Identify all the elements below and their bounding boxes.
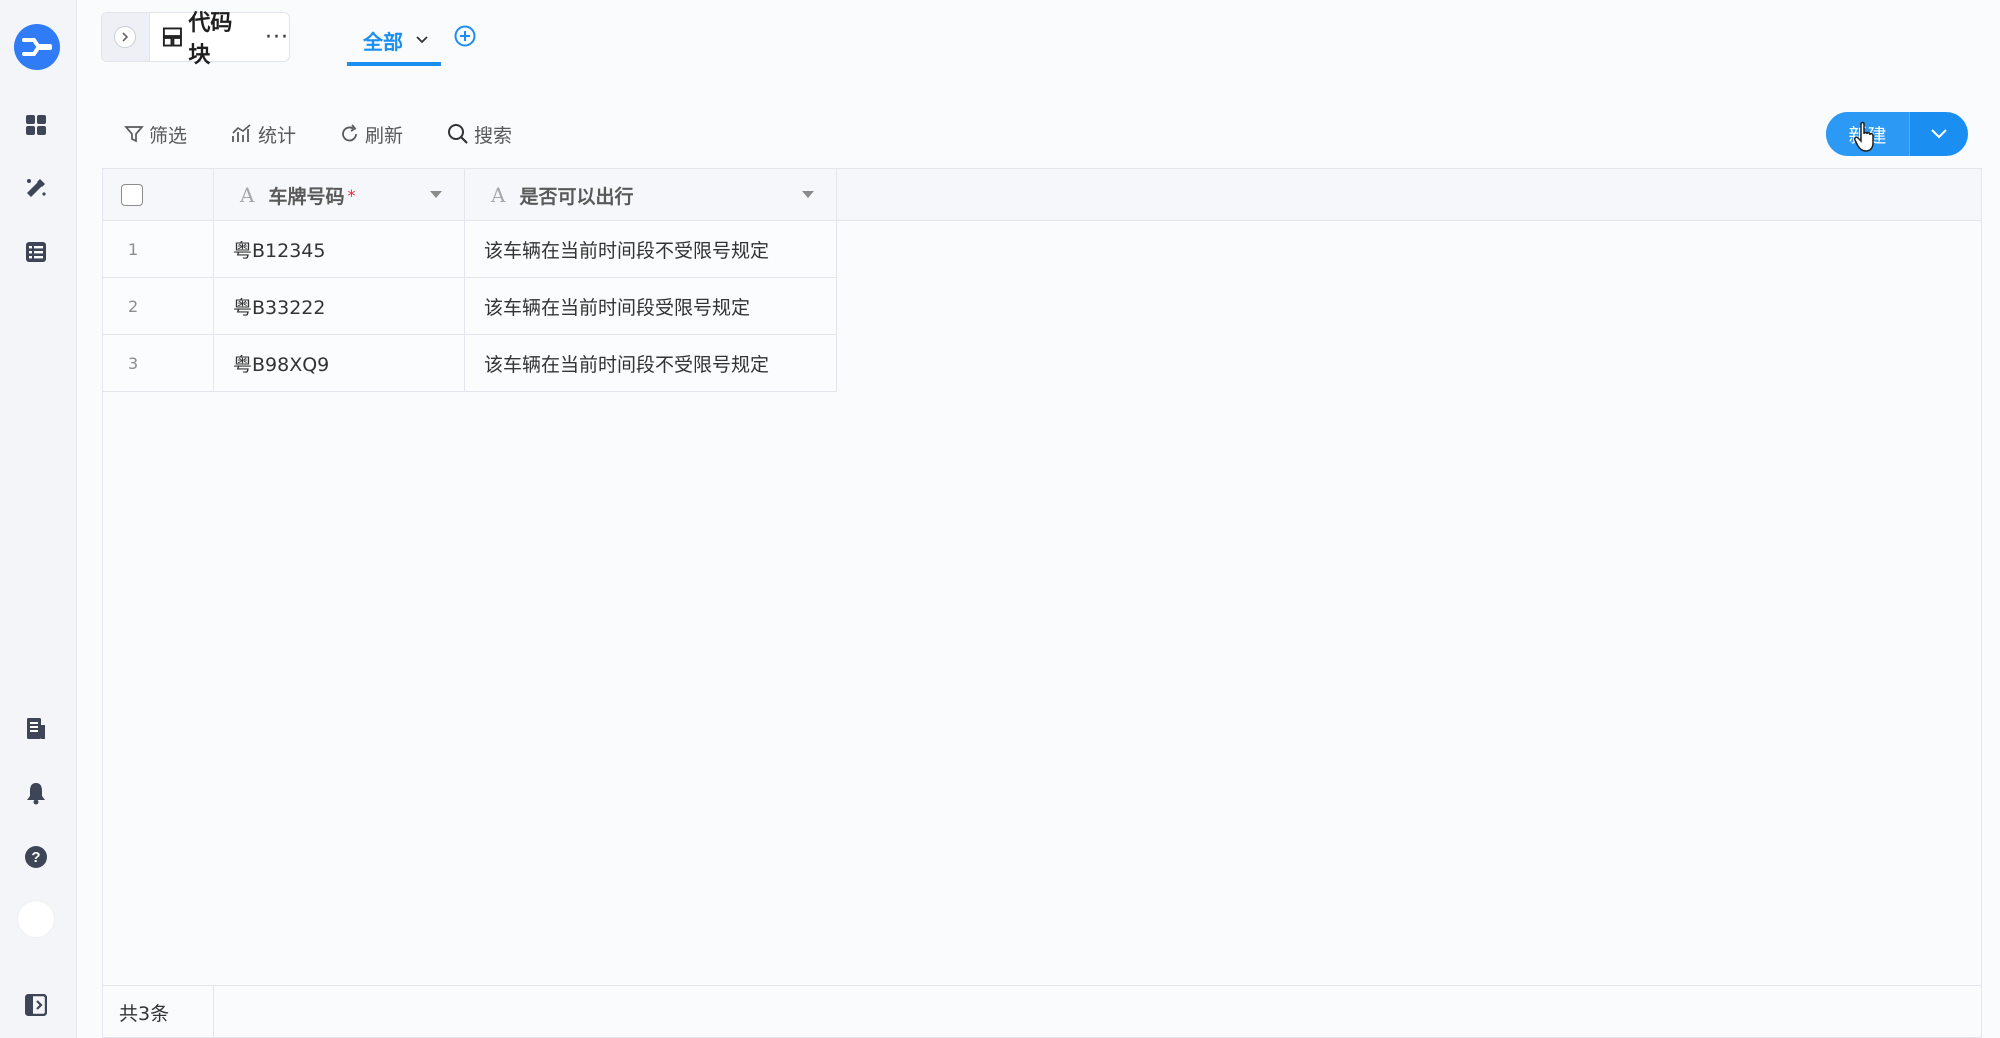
new-record-button[interactable]: 新建 [1826, 112, 1909, 156]
column-header-can-travel[interactable]: A 是否可以出行 [465, 169, 837, 221]
plate-cell[interactable]: 粤B12345 [214, 221, 465, 277]
filter-icon [124, 126, 144, 143]
status-value: 该车辆在当前时间段不受限号规定 [484, 353, 770, 376]
row-index-cell: 1 [103, 221, 214, 277]
stats-label: 统计 [258, 124, 297, 147]
tab-label: 全部 [363, 29, 403, 54]
logo-icon [22, 38, 52, 56]
document-icon[interactable] [20, 713, 52, 745]
list-icon[interactable] [20, 236, 52, 268]
refresh-label: 刷新 [365, 124, 404, 147]
tab-all-view[interactable]: 全部 [347, 18, 441, 66]
document-chip: 代码块 ··· [101, 11, 290, 68]
text-type-icon: A [491, 183, 506, 207]
caret-down-icon[interactable] [802, 191, 814, 198]
plus-circle-icon[interactable] [453, 24, 477, 48]
chevron-down-icon [1931, 129, 1947, 139]
footer-count-cell: 共3条 [103, 986, 214, 1038]
avatar[interactable] [17, 900, 55, 938]
row-index-cell: 2 [103, 278, 214, 334]
status-cell[interactable]: 该车辆在当前时间段不受限号规定 [465, 335, 837, 391]
magic-pen-icon[interactable] [20, 172, 52, 204]
expand-sidebar-button[interactable] [102, 13, 150, 61]
document-title: 代码块 [188, 11, 233, 68]
top-bar: 代码块 ··· 全部 [77, 0, 2000, 80]
select-all-checkbox[interactable] [121, 184, 143, 206]
select-all-cell [103, 169, 214, 221]
search-button[interactable]: 搜索 [447, 121, 512, 148]
new-record-dropdown[interactable] [1909, 112, 1968, 156]
refresh-icon [342, 124, 357, 142]
main-panel: 筛选 统计 刷新 搜索 新建 A 车牌号码 * A 是否可以出行 1 粤B123… [102, 100, 1982, 1038]
plate-cell[interactable]: 粤B98XQ9 [214, 335, 465, 391]
required-mark: * [347, 185, 356, 205]
search-icon [448, 124, 468, 144]
caret-down-icon[interactable] [430, 191, 442, 198]
table-row[interactable]: 1 粤B12345 该车辆在当前时间段不受限号规定 [103, 221, 837, 278]
filter-button[interactable]: 筛选 [124, 121, 187, 148]
row-index: 2 [128, 296, 139, 316]
search-label: 搜索 [474, 124, 513, 147]
column-label: 车牌号码 [268, 185, 345, 208]
help-icon[interactable]: ? [20, 841, 52, 873]
more-icon[interactable]: ··· [265, 25, 289, 50]
stats-button[interactable]: 统计 [231, 121, 296, 148]
toolbar: 筛选 统计 刷新 搜索 新建 [102, 100, 1982, 168]
table-row[interactable]: 2 粤B33222 该车辆在当前时间段受限号规定 [103, 278, 837, 335]
svg-text:?: ? [31, 849, 40, 866]
row-index-cell: 3 [103, 335, 214, 391]
bell-icon[interactable] [20, 777, 52, 809]
table-icon [162, 27, 182, 47]
text-type-icon: A [240, 183, 255, 207]
status-value: 该车辆在当前时间段不受限号规定 [484, 239, 770, 262]
plate-cell[interactable]: 粤B33222 [214, 278, 465, 334]
column-label: 是否可以出行 [519, 185, 634, 208]
status-cell[interactable]: 该车辆在当前时间段受限号规定 [465, 278, 837, 334]
table-header: A 车牌号码 * A 是否可以出行 [103, 169, 1981, 221]
plate-value: 粤B33222 [233, 296, 326, 319]
new-record-button-group: 新建 [1826, 112, 1968, 156]
collapse-sidebar-icon[interactable] [20, 989, 52, 1021]
filter-label: 筛选 [149, 124, 188, 147]
app-logo[interactable] [14, 24, 60, 70]
chevron-down-icon [416, 36, 428, 44]
stats-icon [232, 124, 251, 142]
plate-value: 粤B12345 [233, 239, 326, 262]
status-value: 该车辆在当前时间段受限号规定 [484, 296, 751, 319]
data-table: A 车牌号码 * A 是否可以出行 1 粤B12345 该车辆在当前时间段不受限… [102, 168, 1982, 1038]
table-footer: 共3条 [103, 985, 1981, 1038]
refresh-button[interactable]: 刷新 [340, 121, 403, 148]
plate-value: 粤B98XQ9 [233, 353, 330, 376]
column-header-plate[interactable]: A 车牌号码 * [214, 169, 465, 221]
row-index: 3 [128, 353, 139, 373]
table-row[interactable]: 3 粤B98XQ9 该车辆在当前时间段不受限号规定 [103, 335, 837, 392]
status-cell[interactable]: 该车辆在当前时间段不受限号规定 [465, 221, 837, 277]
left-rail: ? [0, 0, 77, 1038]
record-count: 共3条 [119, 1002, 170, 1025]
chevron-right-icon [114, 26, 137, 48]
dashboard-icon[interactable] [20, 109, 52, 141]
row-index: 1 [128, 239, 139, 259]
